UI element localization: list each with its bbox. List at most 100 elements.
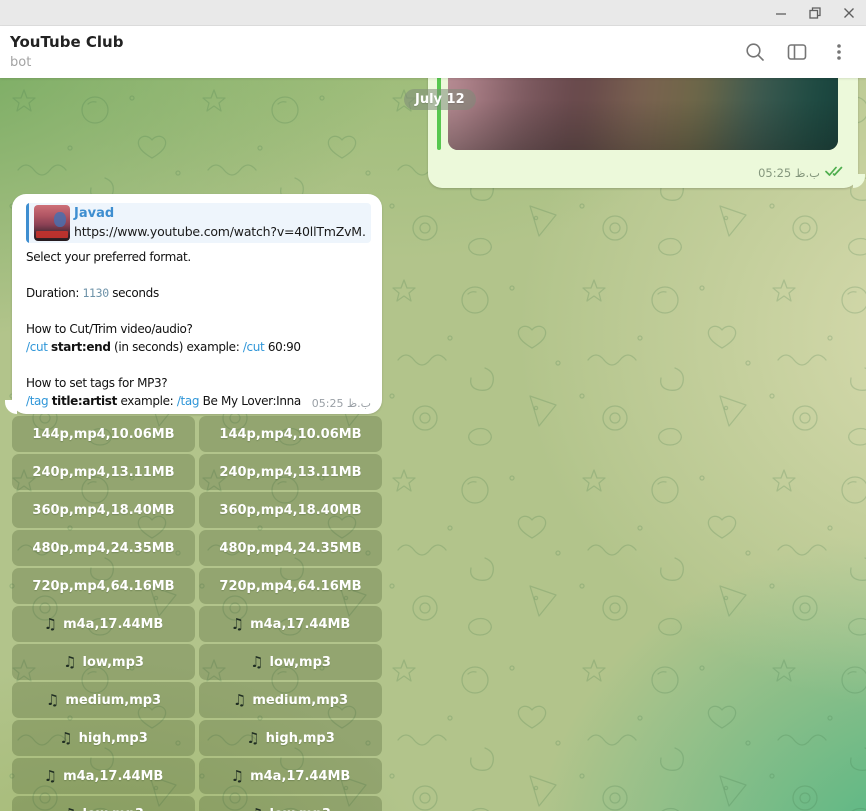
video-thumbnail <box>34 205 70 241</box>
keyboard-button[interactable]: 720p,mp4,64.16MB <box>199 568 382 604</box>
message-line <box>26 356 371 374</box>
keyboard-button-label: 144p,mp4,10.06MB <box>219 427 361 442</box>
keyboard-button[interactable]: ♫ medium,mp3 <box>12 682 195 718</box>
keyboard-button-label: low,mp3 <box>270 807 331 811</box>
keyboard-button[interactable]: 480p,mp4,24.35MB <box>199 530 382 566</box>
message-body: Select your preferred format. Duration: 1… <box>26 248 371 410</box>
message-timestamp: 05:25 ب.ظ <box>309 397 371 410</box>
keyboard-button[interactable]: ♫low,mp3 <box>12 796 195 811</box>
text-segment: Select your preferred format. <box>26 250 191 264</box>
music-note-icon: ♫ <box>231 769 244 784</box>
close-button[interactable] <box>832 0 866 25</box>
keyboard-button[interactable]: 144p,mp4,10.06MB <box>12 416 195 452</box>
date-badge[interactable]: July 12 <box>404 89 476 110</box>
thumbnail-caption-strip <box>36 231 68 238</box>
music-note-icon: ♫ <box>246 731 259 746</box>
keyboard-button[interactable]: ♫low,mp3 <box>12 644 195 680</box>
sidebar-toggle-button[interactable] <box>780 35 814 69</box>
text-segment: 1130 <box>82 286 108 300</box>
chat-title[interactable]: YouTube Club <box>10 33 123 51</box>
window-titlebar <box>0 0 866 26</box>
keyboard-row: ♫low,mp3♫low,mp3 <box>12 644 382 680</box>
keyboard-button-label: low,mp3 <box>83 807 144 811</box>
reply-quote[interactable]: Javad https://www.youtube.com/watch?v=40… <box>26 203 371 243</box>
double-check-icon <box>825 165 845 180</box>
music-note-icon: ♫ <box>250 655 263 670</box>
chat-area[interactable]: 05:25 ب.ظ July 12 Javad https://www.yout… <box>0 78 866 811</box>
restore-button[interactable] <box>798 0 832 25</box>
keyboard-button-label: high,mp3 <box>266 731 335 746</box>
keyboard-button[interactable]: 360p,mp4,18.40MB <box>12 492 195 528</box>
keyboard-button[interactable]: 144p,mp4,10.06MB <box>199 416 382 452</box>
photo-shade <box>448 78 838 150</box>
keyboard-button-label: m4a,17.44MB <box>63 769 163 784</box>
keyboard-button[interactable]: 240p,mp4,13.11MB <box>12 454 195 490</box>
chat-header: YouTube Club bot <box>0 26 866 78</box>
text-segment: 60:90 <box>264 340 300 354</box>
message-line: Select your preferred format. <box>26 248 371 266</box>
keyboard-row: ♫m4a,17.44MB♫m4a,17.44MB <box>12 606 382 642</box>
music-note-icon: ♫ <box>44 617 57 632</box>
keyboard-button[interactable]: ♫m4a,17.44MB <box>12 758 195 794</box>
music-note-icon: ♫ <box>59 731 72 746</box>
keyboard-button[interactable]: 240p,mp4,13.11MB <box>199 454 382 490</box>
text-segment: example: <box>117 394 177 408</box>
sidebar-toggle-icon <box>786 41 808 63</box>
keyboard-button[interactable]: ♫medium,mp3 <box>199 682 382 718</box>
quote-author: Javad <box>74 205 365 223</box>
keyboard-button[interactable]: ♫ low,mp3 <box>199 796 382 811</box>
keyboard-button-label: 720p,mp4,64.16MB <box>32 579 174 594</box>
close-icon <box>842 6 856 20</box>
keyboard-button[interactable]: 360p,mp4,18.40MB <box>199 492 382 528</box>
keyboard-button[interactable]: 720p,mp4,64.16MB <box>12 568 195 604</box>
keyboard-button[interactable]: ♫ m4a,17.44MB <box>12 606 195 642</box>
restore-icon <box>808 6 822 20</box>
music-note-icon: ♫ <box>46 693 59 708</box>
keyboard-button-label: m4a,17.44MB <box>250 617 350 632</box>
minimize-icon <box>774 6 788 20</box>
keyboard-button[interactable]: ♫ high,mp3 <box>12 720 195 756</box>
keyboard-button-label: m4a,17.44MB <box>250 769 350 784</box>
music-note-icon: ♫ <box>233 693 246 708</box>
minimize-button[interactable] <box>764 0 798 25</box>
keyboard-row: 360p,mp4,18.40MB 360p,mp4,18.40MB <box>12 492 382 528</box>
keyboard-button-label: 480p,mp4,24.35MB <box>219 541 361 556</box>
keyboard-button[interactable]: ♫low,mp3 <box>199 644 382 680</box>
keyboard-row: 240p,mp4,13.11MB 240p,mp4,13.11MB <box>12 454 382 490</box>
keyboard-button-label: high,mp3 <box>79 731 148 746</box>
keyboard-button-label: m4a,17.44MB <box>63 617 163 632</box>
keyboard-button[interactable]: 480p,mp4,24.35MB <box>12 530 195 566</box>
quote-accent-bar <box>26 203 29 243</box>
text-segment: (in seconds) example: <box>111 340 243 354</box>
message-line: /cut start:end (in seconds) example: /cu… <box>26 338 371 356</box>
keyboard-button[interactable]: ♫ m4a,17.44MB <box>199 758 382 794</box>
keyboard-row: ♫m4a,17.44MB♫m4a,17.44MB <box>12 758 382 794</box>
chat-subtitle: bot <box>10 55 31 70</box>
keyboard-button[interactable]: ♫m4a,17.44MB <box>199 606 382 642</box>
command-link[interactable]: /tag <box>177 394 199 408</box>
menu-kebab-icon <box>828 41 850 63</box>
text-segment: How to set tags for MP3? <box>26 376 167 390</box>
message-line: Duration: 1130 seconds <box>26 284 371 302</box>
keyboard-button[interactable]: ♫ high,mp3 <box>199 720 382 756</box>
menu-button[interactable] <box>822 35 856 69</box>
text-segment: Be My Lover:Inna <box>199 394 301 408</box>
message-line: How to Cut/Trim video/audio? <box>26 320 371 338</box>
photo-attachment[interactable] <box>448 78 838 150</box>
outgoing-photo-message[interactable]: 05:25 ب.ظ <box>428 78 858 188</box>
keyboard-button-label: 360p,mp4,18.40MB <box>32 503 174 518</box>
search-button[interactable] <box>738 35 772 69</box>
bubble-tail <box>5 400 17 414</box>
keyboard-button-label: 144p,mp4,10.06MB <box>32 427 174 442</box>
command-link[interactable]: /cut <box>243 340 265 354</box>
command-link[interactable]: /tag <box>26 394 48 408</box>
keyboard-button-label: 480p,mp4,24.35MB <box>32 541 174 556</box>
command-link[interactable]: /cut <box>26 340 48 354</box>
music-note-icon: ♫ <box>250 807 263 811</box>
keyboard-button-label: 720p,mp4,64.16MB <box>219 579 361 594</box>
keyboard-button-label: 240p,mp4,13.11MB <box>32 465 174 480</box>
keyboard-button-label: medium,mp3 <box>65 693 161 708</box>
keyboard-row: 144p,mp4,10.06MB 144p,mp4,10.06MB <box>12 416 382 452</box>
inline-keyboard: 144p,mp4,10.06MB 144p,mp4,10.06MB 240p,mp4… <box>12 416 382 811</box>
text-segment: title:artist <box>52 394 117 408</box>
